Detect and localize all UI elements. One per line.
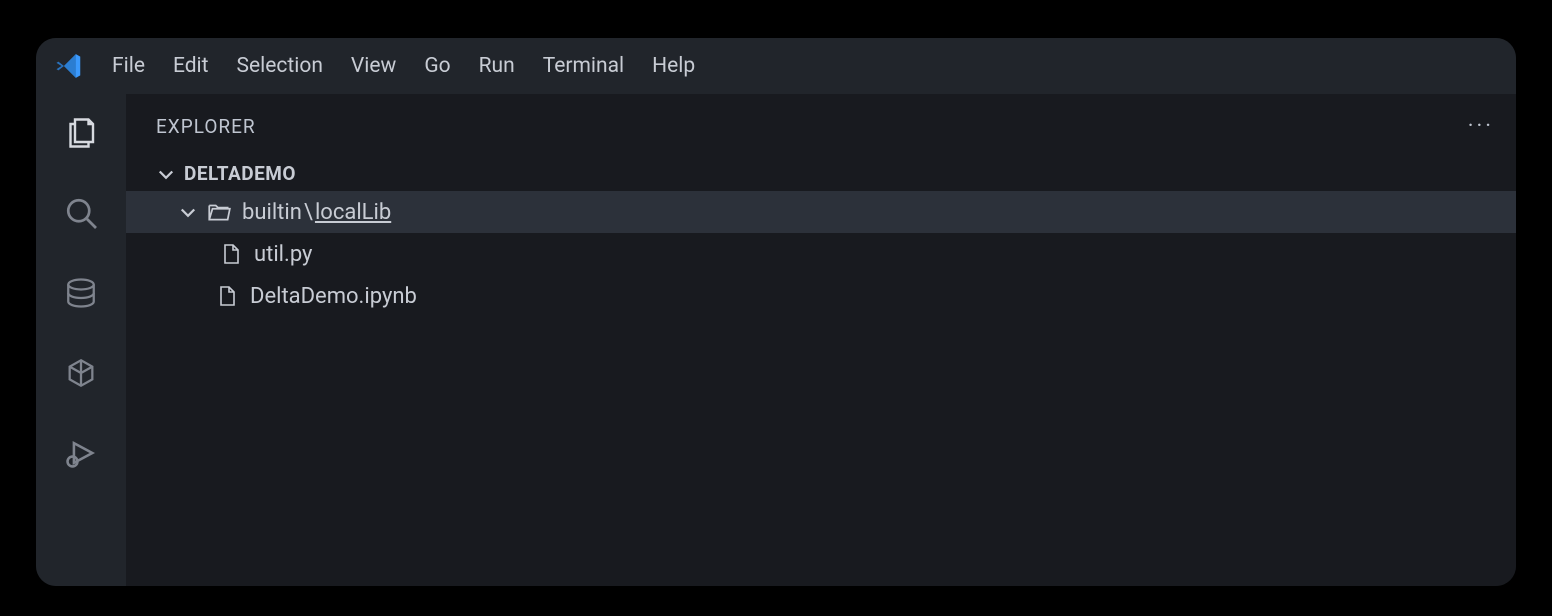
app-window: File Edit Selection View Go Run Terminal… <box>36 38 1516 586</box>
menu-run[interactable]: Run <box>479 54 515 78</box>
file-icon <box>214 283 240 309</box>
menu-view[interactable]: View <box>351 54 396 78</box>
tree-file-deltademo[interactable]: DeltaDemo.ipynb <box>126 275 1516 317</box>
folder-open-icon <box>206 199 232 225</box>
sidebar-title: EXPLORER <box>156 115 256 138</box>
sidebar-header: EXPLORER ··· <box>126 94 1516 158</box>
extensions-icon[interactable] <box>62 354 100 392</box>
menu-selection[interactable]: Selection <box>237 54 323 78</box>
more-actions-icon[interactable]: ··· <box>1468 114 1494 139</box>
explorer-icon[interactable] <box>62 114 100 152</box>
body: EXPLORER ··· DELTADEMO <box>36 94 1516 586</box>
file-tree: builtin\localLib util.py <box>126 191 1516 586</box>
source-control-icon[interactable] <box>62 274 100 312</box>
menu-go[interactable]: Go <box>424 54 450 78</box>
titlebar: File Edit Selection View Go Run Terminal… <box>36 38 1516 94</box>
folder-label: builtin\localLib <box>242 200 391 225</box>
file-label: DeltaDemo.ipynb <box>250 284 417 309</box>
search-icon[interactable] <box>62 194 100 232</box>
folder-name: localLib <box>315 200 391 225</box>
file-icon <box>218 241 244 267</box>
explorer-panel: EXPLORER ··· DELTADEMO <box>126 94 1516 586</box>
path-separator: \ <box>304 200 313 225</box>
chevron-down-icon <box>156 164 176 184</box>
vscode-logo-icon <box>54 51 84 81</box>
workspace-name: DELTADEMO <box>184 162 296 185</box>
workspace-header[interactable]: DELTADEMO <box>126 158 1516 191</box>
folder-prefix: builtin <box>242 200 302 225</box>
menu-file[interactable]: File <box>112 54 145 78</box>
activity-bar <box>36 94 126 586</box>
run-debug-icon[interactable] <box>62 434 100 472</box>
chevron-down-icon <box>178 202 198 222</box>
menu-terminal[interactable]: Terminal <box>543 54 624 78</box>
tree-file-util[interactable]: util.py <box>126 233 1516 275</box>
tree-folder-locallib[interactable]: builtin\localLib <box>126 191 1516 233</box>
file-label: util.py <box>254 242 312 267</box>
menu-help[interactable]: Help <box>652 54 695 78</box>
menu-edit[interactable]: Edit <box>173 54 209 78</box>
